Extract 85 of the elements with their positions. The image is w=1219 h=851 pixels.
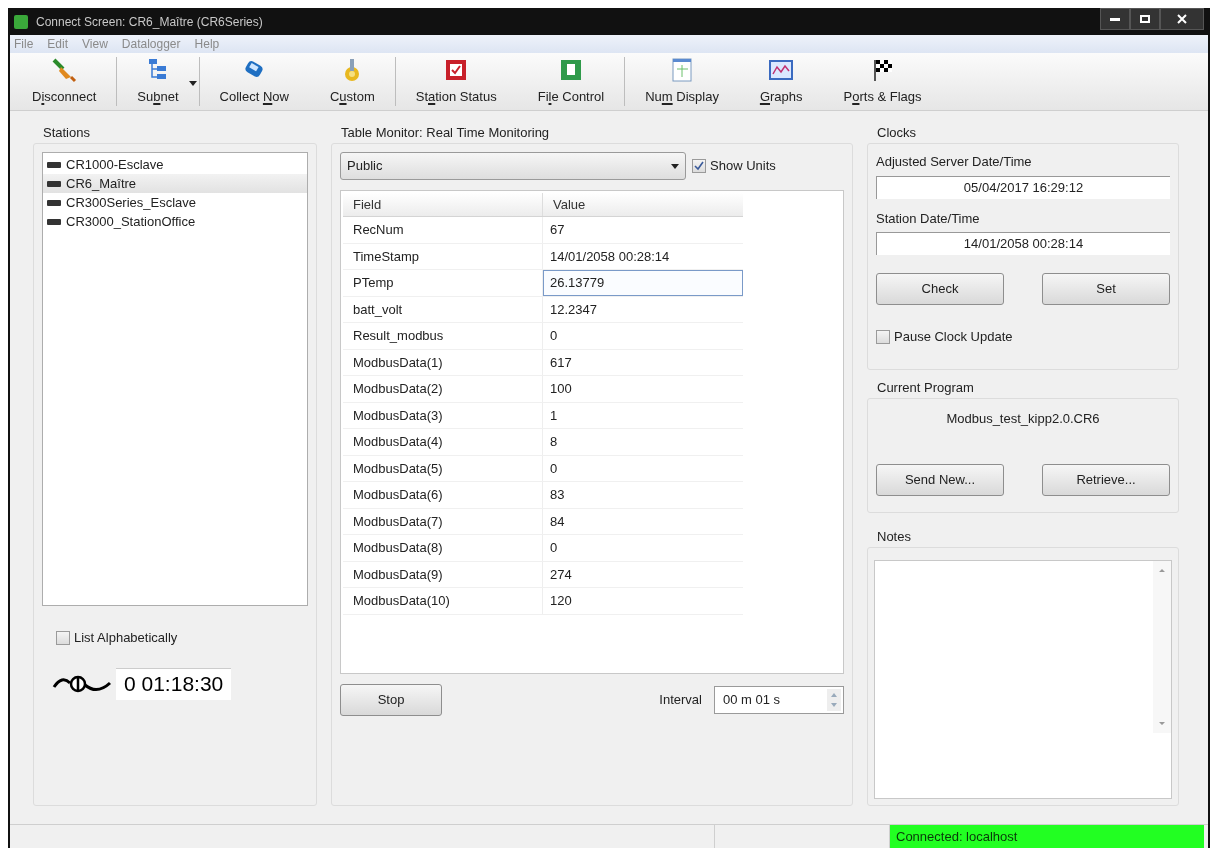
minimize-button[interactable]: [1100, 8, 1130, 30]
toolbar-button[interactable]: Num Display: [631, 53, 733, 110]
toolbar-button[interactable]: Custom: [315, 53, 389, 110]
server-time-field: 05/04/2017 16:29:12: [876, 175, 1170, 199]
toolbar-button[interactable]: Station Status: [401, 53, 511, 110]
close-button[interactable]: [1160, 8, 1204, 30]
column-header[interactable]: Value: [543, 193, 743, 216]
table-cell[interactable]: 0: [543, 455, 743, 481]
table-cell: ModbusData(7): [343, 508, 543, 534]
maximize-button[interactable]: [1130, 8, 1160, 30]
table-cell[interactable]: 100: [543, 376, 743, 402]
checkbox-label: Show Units: [710, 157, 776, 176]
toolbar-button[interactable]: File Control: [523, 53, 619, 110]
program-name: Modbus_test_kipp2.0.CR6: [945, 409, 1101, 428]
table-cell: batt_volt: [343, 296, 543, 322]
table-cell: ModbusData(9): [343, 561, 543, 587]
table-cell: Result_modbus: [343, 323, 543, 349]
connection-status: Connected: localhost: [890, 825, 1204, 848]
group-title: Notes: [876, 528, 912, 546]
push-button[interactable]: Check: [876, 273, 1004, 305]
table-cell[interactable]: 8: [543, 429, 743, 455]
station-item[interactable]: CR300Series_Esclave: [43, 193, 307, 212]
datalogger-icon: [47, 161, 61, 168]
table-cell[interactable]: 14/01/2058 00:28:14: [543, 243, 743, 269]
station-item[interactable]: CR3000_StationOffice: [43, 212, 307, 231]
table-cell: ModbusData(10): [343, 588, 543, 614]
toolbar-button[interactable]: Subnet: [123, 53, 193, 110]
checkbox-label: Pause Clock Update: [894, 328, 1013, 346]
table-cell: ModbusData(2): [343, 376, 543, 402]
table-cell: ModbusData(8): [343, 535, 543, 561]
interval-spinner[interactable]: 00 m 01 s: [714, 686, 844, 714]
toolbar-button[interactable]: Graphs: [745, 53, 817, 110]
table-cell: ModbusData(6): [343, 482, 543, 508]
elapsed-time: 0 01:18:30: [116, 667, 232, 700]
group-title: Clocks: [876, 124, 917, 142]
table-cell: RecNum: [343, 217, 543, 243]
station-item[interactable]: CR1000-Esclave: [43, 155, 307, 174]
toolbar-button[interactable]: Collect Now: [205, 53, 303, 110]
datalogger-icon: [47, 180, 61, 187]
datalogger-icon: [47, 218, 61, 225]
table-cell[interactable]: 617: [543, 349, 743, 375]
interval-label: Interval: [659, 691, 702, 710]
checkbox-label: List Alphabetically: [74, 629, 178, 647]
table-cell: TimeStamp: [343, 243, 543, 269]
toolbar-button[interactable]: Ports & Flags: [829, 53, 936, 110]
table-cell: ModbusData(5): [343, 455, 543, 481]
plug-icon: [51, 56, 78, 83]
group-title: Table Monitor: Real Time Monitoring: [340, 124, 551, 142]
field-label: Station Date/Time: [876, 209, 981, 228]
table-cell[interactable]: 120: [543, 588, 743, 614]
table-cell[interactable]: 26.13779: [543, 270, 743, 296]
push-button[interactable]: Stop: [340, 684, 442, 716]
field-label: Adjusted Server Date/Time: [876, 153, 1033, 171]
station-time-field: 14/01/2058 00:28:14: [876, 232, 1170, 255]
caret-icon[interactable]: [188, 81, 197, 86]
checkmark-icon: [694, 161, 704, 171]
caret-icon: [671, 163, 679, 169]
table-cell[interactable]: 0: [543, 323, 743, 349]
checkbox[interactable]: [692, 159, 706, 173]
push-button[interactable]: Send New...: [876, 464, 1004, 496]
scrollbar-icon: [1153, 561, 1171, 733]
push-button[interactable]: Retrieve...: [1042, 464, 1170, 496]
toolbar-button[interactable]: Disconnect: [18, 53, 111, 110]
window-title: Connect Screen: CR6_Maître (CR6Series): [36, 13, 263, 31]
table-cell: ModbusData(3): [343, 402, 543, 428]
table-cell[interactable]: 274: [543, 561, 743, 587]
close-icon: [1177, 14, 1187, 24]
checkbox[interactable]: [56, 630, 70, 645]
table-cell: ModbusData(4): [343, 429, 543, 455]
table-cell[interactable]: 0: [543, 535, 743, 561]
table-cell[interactable]: 84: [543, 508, 743, 534]
table-dropdown[interactable]: Public: [340, 152, 686, 180]
app-icon: [14, 14, 28, 29]
station-item[interactable]: CR6_Maître: [43, 174, 307, 193]
group-title: Stations: [42, 124, 91, 142]
table-cell[interactable]: 1: [543, 402, 743, 428]
table-cell: ModbusData(1): [343, 349, 543, 375]
push-button[interactable]: Set: [1042, 273, 1170, 305]
table-cell[interactable]: 67: [543, 217, 743, 243]
group-title: Current Program: [876, 378, 975, 397]
table-cell[interactable]: 12.2347: [543, 296, 743, 322]
checkbox[interactable]: [876, 329, 890, 344]
datalogger-icon: [47, 199, 61, 206]
column-header[interactable]: Field: [343, 193, 543, 216]
table-cell[interactable]: 83: [543, 482, 743, 508]
